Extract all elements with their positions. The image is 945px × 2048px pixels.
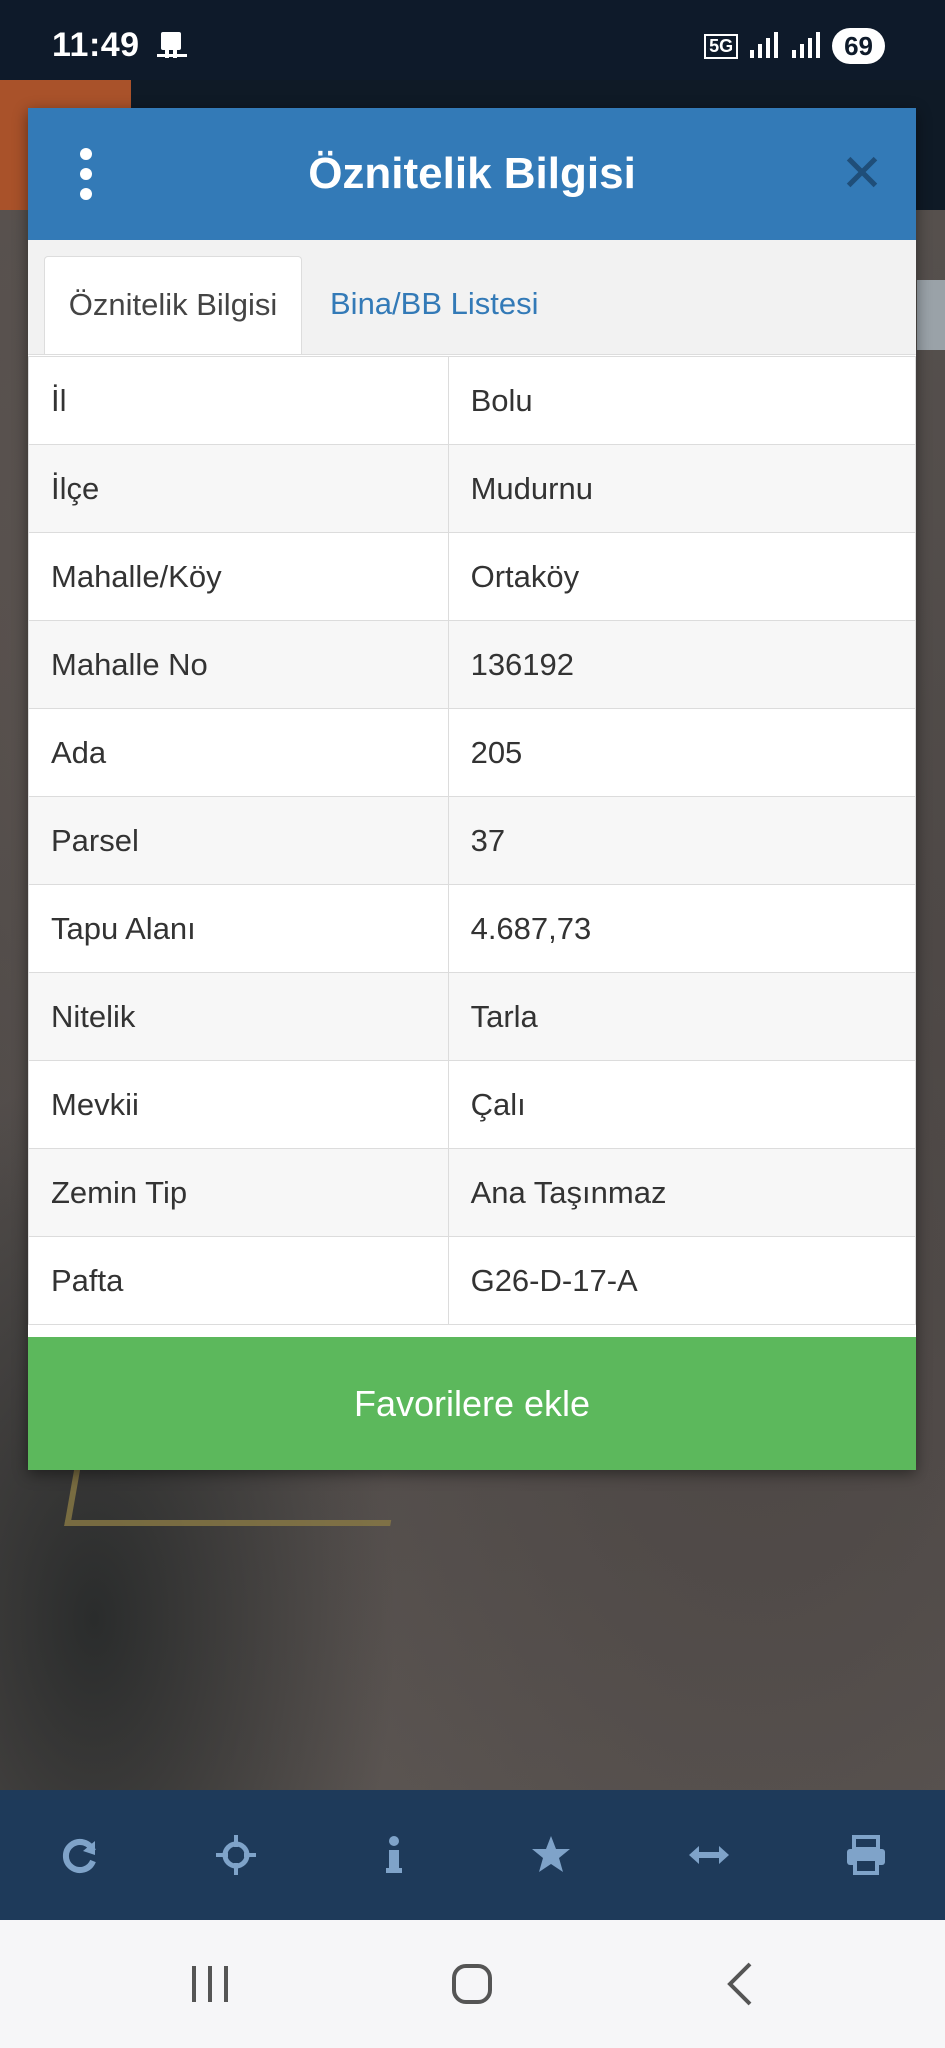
info-icon[interactable] xyxy=(364,1825,424,1885)
row-value: Bolu xyxy=(447,356,917,445)
signal-icon-2 xyxy=(792,32,821,58)
row-key: Parsel xyxy=(28,796,449,885)
bottom-toolbar xyxy=(0,1790,945,1920)
table-row: Parsel 37 xyxy=(28,796,917,885)
row-value: 4.687,73 xyxy=(447,884,917,973)
row-value: Ana Taşınmaz xyxy=(447,1148,917,1237)
table-row: Mahalle/Köy Ortaköy xyxy=(28,532,917,621)
table-row: İl Bolu xyxy=(28,356,917,445)
add-favorite-button[interactable]: Favorilere ekle xyxy=(28,1337,916,1470)
signal-icon xyxy=(750,32,779,58)
row-value: Mudurnu xyxy=(447,444,917,533)
row-key: Mevkii xyxy=(28,1060,449,1149)
row-value: Tarla xyxy=(447,972,917,1061)
back-icon[interactable] xyxy=(720,1960,760,2008)
status-bar: 11:49 5G 69 xyxy=(0,0,945,80)
sim-icon xyxy=(157,32,187,58)
table-row: Nitelik Tarla xyxy=(28,972,917,1061)
star-icon[interactable] xyxy=(521,1825,581,1885)
table-row: İlçe Mudurnu xyxy=(28,444,917,533)
table-row: Tapu Alanı 4.687,73 xyxy=(28,884,917,973)
row-key: Mahalle No xyxy=(28,620,449,709)
row-key: Tapu Alanı xyxy=(28,884,449,973)
tab-attribute-info[interactable]: Öznitelik Bilgisi xyxy=(44,256,302,354)
row-value: 136192 xyxy=(447,620,917,709)
status-time: 11:49 xyxy=(52,26,140,64)
system-nav-bar xyxy=(0,1920,945,2048)
table-row: Mevkii Çalı xyxy=(28,1060,917,1149)
network-label: 5G xyxy=(704,33,739,59)
map-edge-strip xyxy=(917,280,945,350)
row-value: Ortaköy xyxy=(447,532,917,621)
table-row: Mahalle No 136192 xyxy=(28,620,917,709)
close-icon[interactable]: ✕ xyxy=(840,148,884,200)
refresh-icon[interactable] xyxy=(49,1825,109,1885)
battery-indicator: 69 xyxy=(832,28,885,64)
row-value: 37 xyxy=(447,796,917,885)
home-icon[interactable] xyxy=(452,1964,492,2004)
dialog-title: Öznitelik Bilgisi xyxy=(308,149,636,198)
row-key: Mahalle/Köy xyxy=(28,532,449,621)
row-key: Pafta xyxy=(28,1236,449,1325)
row-value: G26-D-17-A xyxy=(447,1236,917,1325)
table-row: Pafta G26-D-17-A xyxy=(28,1236,917,1325)
table-row: Zemin Tip Ana Taşınmaz xyxy=(28,1148,917,1237)
attribute-table: İl Bolu İlçe Mudurnu Mahalle/Köy Ortaköy Ma… xyxy=(28,356,917,1325)
row-key: Nitelik xyxy=(28,972,449,1061)
crosshair-icon[interactable] xyxy=(206,1825,266,1885)
row-value: Çalı xyxy=(447,1060,917,1149)
row-value: 205 xyxy=(447,708,917,797)
tab-building-list[interactable]: Bina/BB Listesi xyxy=(308,256,561,354)
row-key: Zemin Tip xyxy=(28,1148,449,1237)
attribute-dialog: Öznitelik Bilgisi ✕ Öznitelik Bilgisi Bi… xyxy=(28,108,917,1470)
row-key: İl xyxy=(28,356,449,445)
measure-icon[interactable] xyxy=(679,1825,739,1885)
dialog-header: Öznitelik Bilgisi ✕ xyxy=(28,108,916,240)
print-icon[interactable] xyxy=(836,1825,896,1885)
row-key: İlçe xyxy=(28,444,449,533)
tab-bar: Öznitelik Bilgisi Bina/BB Listesi xyxy=(28,240,916,355)
row-key: Ada xyxy=(28,708,449,797)
recent-apps-icon[interactable] xyxy=(190,1964,230,2004)
table-row: Ada 205 xyxy=(28,708,917,797)
status-right: 5G 69 xyxy=(704,28,885,64)
